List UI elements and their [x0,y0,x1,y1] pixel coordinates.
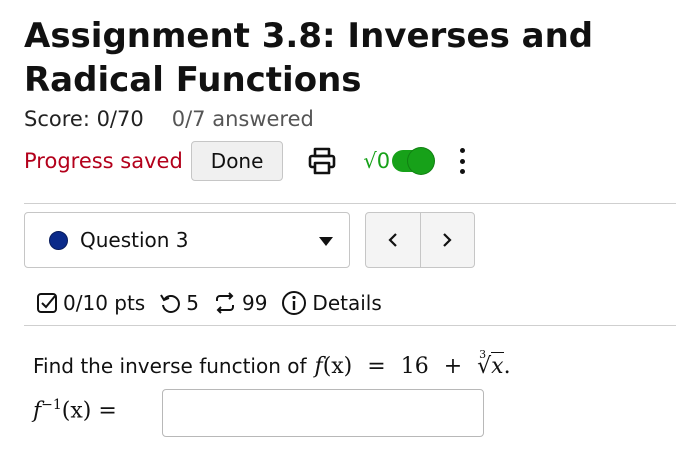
question-navigation [365,212,475,268]
equals-sign: = [367,354,386,379]
question-info: 0/10 pts 5 99 Details [36,286,382,320]
caret-down-icon [319,237,333,246]
plus-sign: + [443,354,463,379]
chevron-right-icon [443,233,452,247]
print-icon[interactable] [307,146,337,176]
question-select-label: Question 3 [80,228,189,252]
function-expression: f(x) = 16 + 3 √x. [314,348,511,379]
chevron-left-icon [388,233,397,247]
points-value: 0/10 pts [63,291,146,315]
answer-input[interactable] [162,389,484,437]
end-period: . [503,354,511,379]
inverse-superscript: −1 [41,397,62,413]
question-select[interactable]: Question 3 [24,212,350,268]
status-toolbar: Progress saved Done √0 [24,140,466,182]
answered-count: 0/7 answered [171,107,314,131]
submissions-value: 99 [241,291,268,315]
question-status-dot [49,230,68,250]
sqrt-icon: √0 [363,149,391,173]
toggle-knob [408,148,435,174]
constant-term: 16 [400,354,429,379]
more-vertical-icon[interactable] [460,148,466,174]
checkbox-icon [36,292,58,314]
prompt-text: Find the inverse function of [33,354,307,378]
answer-label: f−1(x) = [33,397,117,423]
answer-argument: (x) = [61,398,117,424]
toggle-switch[interactable] [392,148,435,174]
answer-function-name: f [33,398,42,424]
next-question-button[interactable] [419,213,475,267]
done-button[interactable]: Done [190,141,284,181]
info-icon[interactable] [281,290,307,316]
cube-root: 3 √x [477,348,504,379]
repeat-icon [213,292,237,314]
divider [24,325,676,326]
page-title: Assignment 3.8: Inverses and Radical Fun… [24,16,594,100]
function-name: f [314,354,323,379]
retry-icon [159,292,181,314]
details-link[interactable]: Details [312,291,381,315]
score-summary: Score: 0/70 0/7 answered [24,107,314,131]
divider [24,203,676,204]
math-input-toggle[interactable]: √0 [363,148,435,174]
previous-question-button[interactable] [366,213,420,267]
root-index: 3 [479,348,487,361]
radicand: x [491,354,504,379]
attempts-value: 5 [186,291,199,315]
score-label: Score: 0/70 [24,107,144,131]
question-prompt: Find the inverse function of f(x) = 16 +… [33,348,511,379]
progress-status: Progress saved [24,149,183,173]
function-argument: (x) [322,354,353,379]
